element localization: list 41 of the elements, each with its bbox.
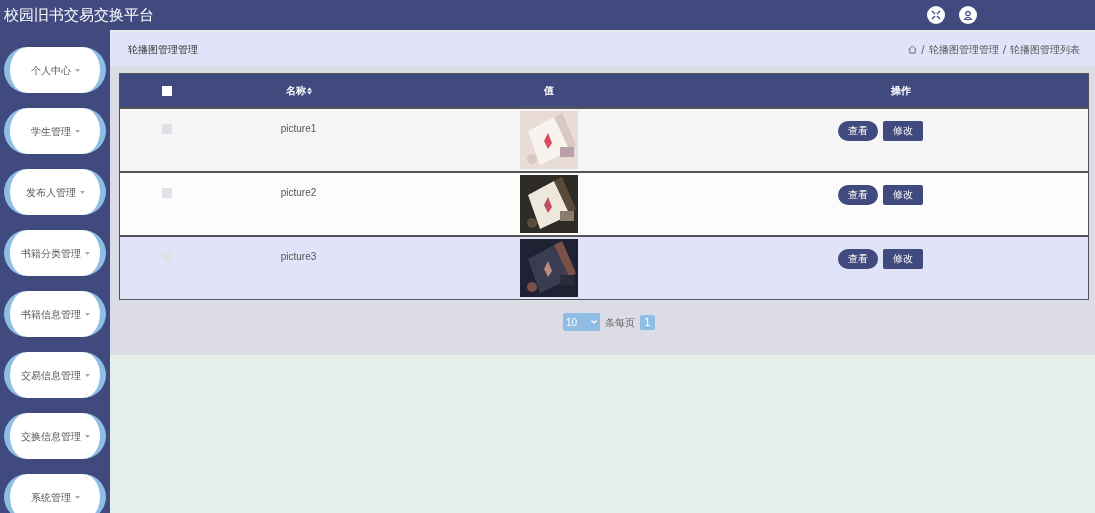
caret-icon xyxy=(74,129,80,133)
breadcrumb-separator: / xyxy=(1002,42,1006,57)
table-cell: picture1 xyxy=(280,122,317,134)
sidebar-menu-item[interactable]: 书籍信息管理 xyxy=(4,291,106,337)
sidebar-menu-item[interactable]: 书籍分类管理 xyxy=(4,230,106,276)
caret-icon xyxy=(79,190,85,194)
fullscreen-icon[interactable] xyxy=(927,6,945,24)
view-button[interactable]: 查看 xyxy=(838,184,879,205)
caret-icon xyxy=(84,251,90,255)
page-size-label: 条每页 xyxy=(605,315,635,330)
sort-icon[interactable] xyxy=(306,86,312,95)
sidebar-menu-item[interactable]: 个人中心 xyxy=(4,47,106,93)
sidebar-menu-item[interactable]: 学生管理 xyxy=(4,108,106,154)
caret-icon xyxy=(84,312,90,316)
edit-button[interactable]: 修改 xyxy=(883,120,924,141)
table-cell: picture3 xyxy=(280,250,317,262)
sidebar-menu-item[interactable]: 系统管理 xyxy=(4,474,106,513)
edit-button[interactable]: 修改 xyxy=(883,184,924,205)
edit-button[interactable]: 修改 xyxy=(883,248,924,269)
column-header: 值 xyxy=(543,84,554,96)
breadcrumb-link[interactable]: 轮播图管理管理 xyxy=(928,41,999,57)
page-title: 轮播图管理管理 xyxy=(128,42,198,57)
caret-icon xyxy=(74,68,80,72)
breadcrumb-link[interactable]: 轮播图管理列表 xyxy=(1010,41,1080,57)
column-header: 操作 xyxy=(890,84,911,96)
column-header[interactable]: 名称 xyxy=(285,84,312,96)
sidebar-menu-item[interactable]: 交换信息管理 xyxy=(4,413,106,459)
row-checkbox[interactable] xyxy=(161,187,172,198)
caret-icon xyxy=(84,434,90,438)
sidebar-menu-item[interactable]: 交易信息管理 xyxy=(4,352,106,398)
caret-icon xyxy=(74,495,80,499)
breadcrumb-separator: / xyxy=(921,42,925,57)
view-button[interactable]: 查看 xyxy=(838,120,879,141)
app-title: 校园旧书交易交换平台 xyxy=(4,4,154,26)
caret-icon xyxy=(84,373,90,377)
user-icon[interactable] xyxy=(959,6,977,24)
view-button[interactable]: 查看 xyxy=(838,248,879,269)
table-cell: picture2 xyxy=(280,186,317,198)
chevron-down-icon xyxy=(591,320,597,324)
select-all-checkbox[interactable] xyxy=(161,85,172,96)
sidebar-menu-item[interactable]: 发布人管理 xyxy=(4,169,106,215)
